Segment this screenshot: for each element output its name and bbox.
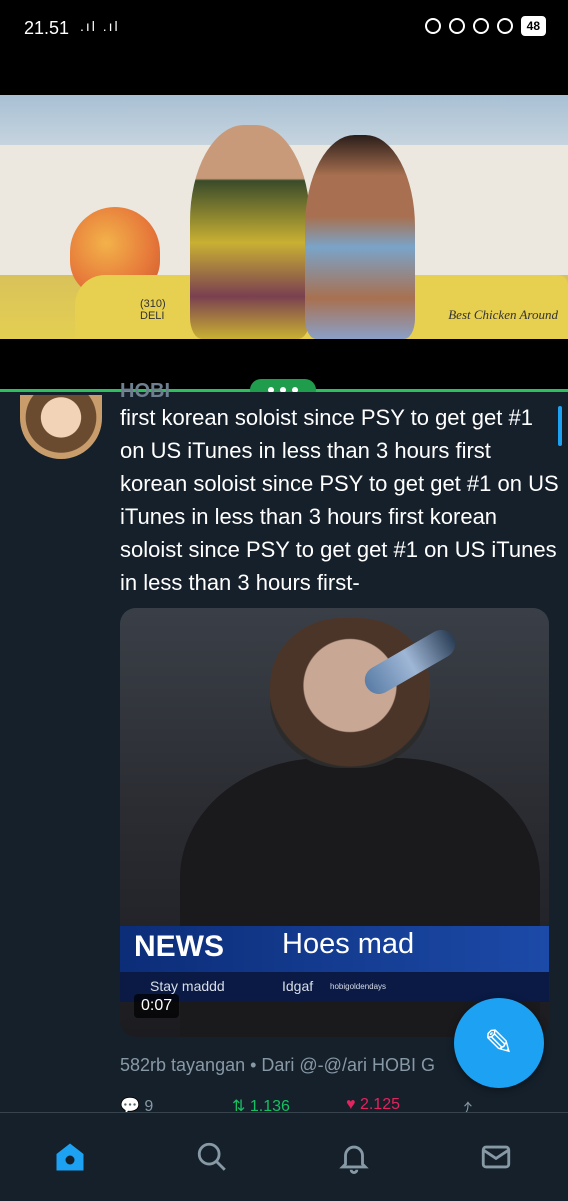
reply-button[interactable]: 💬 9: [120, 1096, 153, 1112]
status-icons: 48: [424, 16, 546, 36]
messages-icon: [481, 1145, 511, 1169]
home-icon: [56, 1143, 84, 1171]
vpn-icon: [448, 18, 465, 34]
scrollbar-thumb[interactable]: [558, 406, 562, 446]
reply-icon: 💬: [120, 1098, 140, 1112]
video-player[interactable]: (310) DELI Best Chicken Around: [0, 58, 568, 390]
mute-icon: [424, 18, 441, 34]
video-person-1: [190, 125, 310, 339]
video-duration: 0:07: [134, 994, 180, 1018]
signal-icon: .ıl .ıl: [80, 18, 120, 34]
battery-icon: 48: [520, 16, 546, 36]
reply-count: 9: [144, 1098, 154, 1112]
share-button[interactable]: ⤴: [456, 1096, 472, 1112]
share-icon: ⤴: [456, 1102, 473, 1112]
headset-icon: [496, 18, 513, 34]
alarm-icon: [472, 18, 489, 34]
tweet-media[interactable]: NEWS Hoes mad Stay maddd Idgaf hobigolde…: [120, 608, 549, 1037]
news-label: NEWS: [134, 930, 224, 963]
video-car-text: Best Chicken Around: [448, 307, 558, 322]
news-sub-right: hobigoldendays: [330, 982, 387, 991]
notifications-icon: [339, 1145, 369, 1174]
nav-messages[interactable]: [474, 1135, 518, 1179]
tweet-username[interactable]: HOBI: [120, 380, 170, 403]
video-car-number: (310) DELI: [140, 298, 166, 322]
nav-home[interactable]: [48, 1135, 92, 1179]
retweet-icon: ⇅: [232, 1098, 246, 1112]
news-headline: Hoes mad: [282, 928, 415, 960]
compose-icon: ✎: [483, 1022, 515, 1063]
status-time: 21.51: [24, 18, 70, 38]
views-count: 582rb tayangan • Dari @-@/ari HOBI G: [120, 1055, 435, 1075]
status-bar: 21.51 .ıl .ıl 48: [0, 0, 568, 58]
like-icon: ♥: [346, 1096, 356, 1112]
tweet-actions: 💬 9 ⇅ 1.136 ♥ 2.125 ⤴: [120, 1096, 560, 1112]
compose-tweet-button[interactable]: ✎: [454, 998, 544, 1088]
bottom-navigation: [0, 1112, 568, 1201]
tweet-text: first korean soloist since PSY to get ge…: [120, 405, 559, 595]
news-sub-left: Stay maddd: [150, 978, 225, 994]
news-sub-mid: Idgaf: [282, 978, 314, 994]
avatar[interactable]: [20, 395, 102, 459]
like-button[interactable]: ♥ 2.125: [346, 1096, 400, 1112]
video-frame[interactable]: (310) DELI Best Chicken Around: [0, 95, 568, 339]
search-icon: [197, 1142, 226, 1171]
media-person-head: [270, 618, 430, 768]
nav-search[interactable]: [190, 1135, 234, 1179]
like-count: 2.125: [359, 1096, 400, 1112]
retweet-count: 1.136: [249, 1098, 290, 1112]
retweet-button[interactable]: ⇅ 1.136: [232, 1096, 290, 1112]
video-person-2: [305, 135, 415, 339]
nav-notifications[interactable]: [332, 1135, 376, 1179]
